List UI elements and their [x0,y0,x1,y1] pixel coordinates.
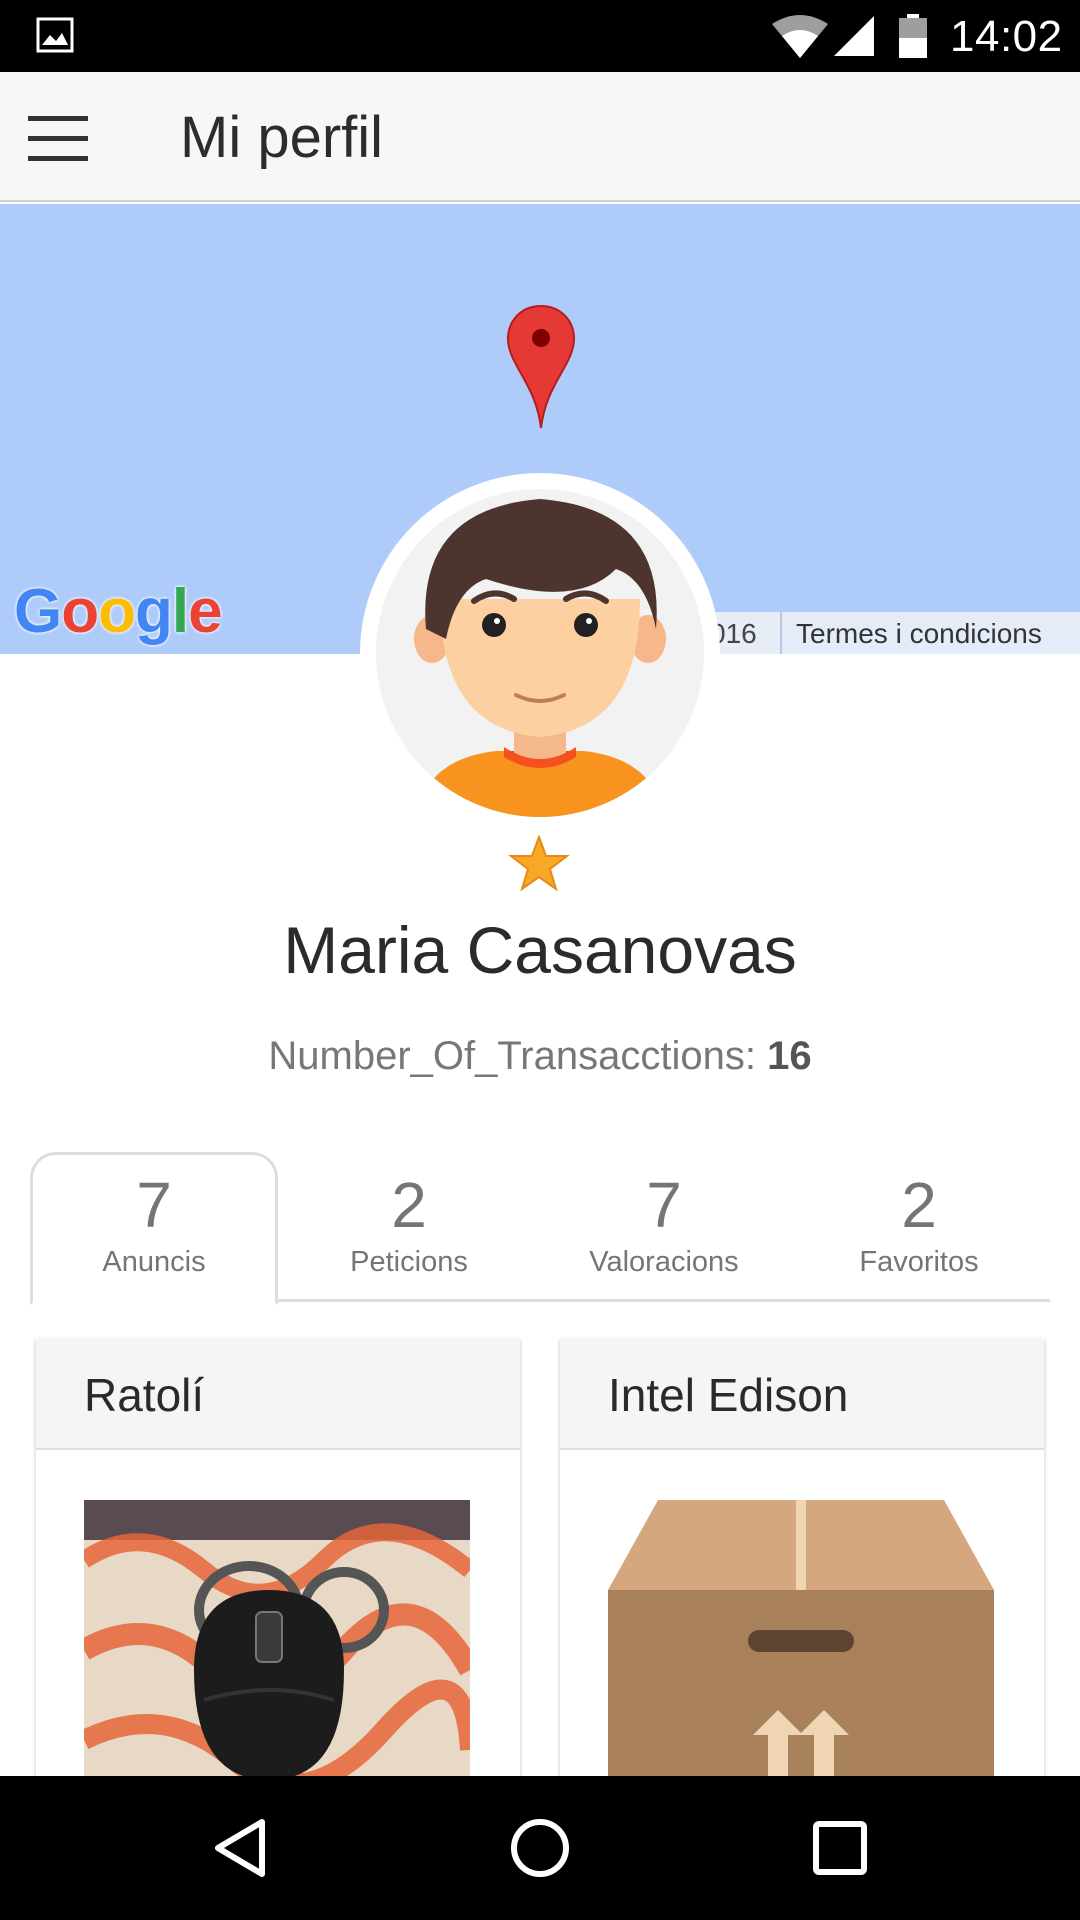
tab-label: Favoritos [859,1246,979,1278]
tab-peticions[interactable]: 2 Peticions [285,1152,533,1302]
user-avatar-icon [414,499,666,817]
home-icon[interactable] [504,1812,576,1884]
hamburger-menu-icon[interactable] [28,116,92,161]
transactions-count: Number_Of_Transacctions: 16 [0,1034,1080,1079]
profile-tabs: 7 Anuncis 2 Peticions 7 Valoracions 2 Fa… [30,1152,1050,1305]
mouse-photo [84,1500,470,1778]
listing-title: Ratolí [36,1338,520,1450]
star-icon [508,835,570,891]
status-bar: 14:02 [0,0,1080,72]
app-bar: Mi perfil [0,72,1080,202]
listing-title: Intel Edison [560,1338,1044,1450]
tab-favoritos[interactable]: 2 Favoritos [795,1152,1043,1302]
listing-card[interactable]: Intel Edison [560,1338,1044,1778]
tab-count: 7 [136,1169,172,1241]
terms-link[interactable]: Termes i condicions [780,612,1080,654]
avatar[interactable] [360,473,720,833]
recents-icon[interactable] [804,1812,876,1884]
transactions-label: Number_Of_Transacctions: [268,1034,756,1078]
gallery-icon [36,17,74,53]
map-pin-icon [506,304,576,429]
listing-card[interactable]: Ratolí [36,1338,520,1778]
tab-label: Anuncis [102,1246,206,1278]
tab-valoracions[interactable]: 7 Valoracions [540,1152,788,1302]
wifi-icon [772,15,828,58]
back-icon[interactable] [204,1812,276,1884]
status-time: 14:02 [950,12,1063,61]
transactions-value: 16 [767,1034,812,1078]
navigation-bar [0,1776,1080,1920]
tab-label: Valoracions [589,1246,739,1278]
google-logo: Google [14,577,223,646]
page-title: Mi perfil [180,105,384,170]
tab-count: 2 [901,1169,937,1241]
cardboard-box-icon [608,1500,994,1778]
tab-label: Peticions [350,1246,468,1278]
battery-icon [899,14,927,58]
signal-icon [834,16,874,56]
listing-image [84,1500,470,1778]
listing-image [608,1500,994,1778]
user-name: Maria Casanovas [283,913,797,987]
tab-count: 2 [391,1169,427,1241]
tab-anuncis[interactable]: 7 Anuncis [30,1152,278,1305]
tab-count: 7 [646,1169,682,1241]
